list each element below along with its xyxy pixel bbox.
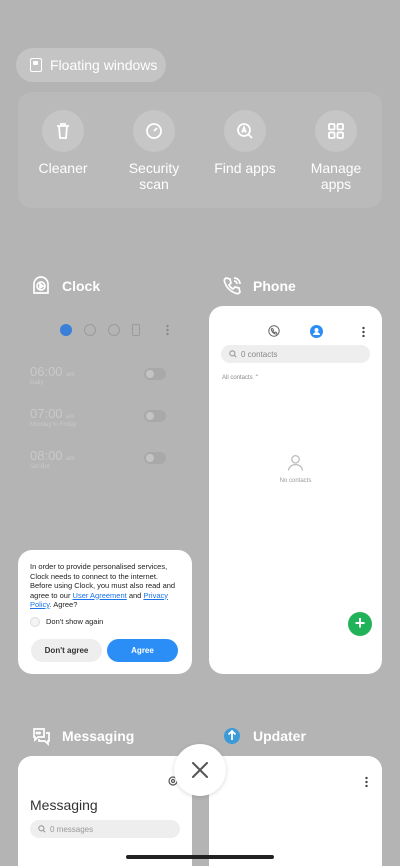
- alarm-repeat: Daily: [30, 380, 44, 386]
- contacts-search-input[interactable]: 0 contacts: [221, 345, 370, 363]
- alarm-time: 08:00: [30, 448, 63, 463]
- more-menu-icon[interactable]: [365, 776, 368, 787]
- clock-app-name: Clock: [62, 278, 101, 294]
- phone-app-card[interactable]: 0 contacts All contacts ⌃ No contacts +: [209, 306, 382, 674]
- tool-find-apps-label: Find apps: [214, 160, 276, 176]
- tool-find-apps[interactable]: Find apps: [200, 110, 290, 176]
- search-icon: [38, 825, 46, 833]
- world-clock-icon[interactable]: [84, 324, 96, 336]
- tool-security-label: Security scan: [128, 160, 180, 192]
- dont-show-again-checkbox[interactable]: Don't show again: [30, 616, 180, 627]
- user-agreement-link[interactable]: User Agreement: [73, 591, 127, 600]
- floating-windows-button[interactable]: Floating windows: [16, 48, 166, 82]
- consent-dialog: In order to provide personalised service…: [18, 550, 192, 674]
- alarm-ampm: am: [66, 456, 75, 462]
- tool-manage-apps-label: Manage apps: [310, 160, 362, 192]
- alarm-ampm: am: [66, 372, 75, 378]
- tool-cleaner-label: Cleaner: [38, 160, 88, 176]
- messaging-app-name: Messaging: [62, 728, 135, 744]
- agree-button[interactable]: Agree: [107, 639, 178, 662]
- contacts-tab-icon[interactable]: [310, 325, 323, 338]
- updater-app-card[interactable]: [209, 756, 382, 866]
- phone-app-header[interactable]: Phone: [221, 275, 296, 297]
- messaging-app-card[interactable]: Messaging 0 messages: [18, 756, 192, 866]
- updater-app-header[interactable]: Updater: [221, 725, 306, 747]
- clear-all-button[interactable]: [174, 744, 226, 796]
- alarm-toggle[interactable]: [144, 368, 166, 380]
- recents-tab-icon[interactable]: [268, 325, 280, 337]
- chevron-updown-icon: ⌃: [254, 375, 260, 381]
- add-contact-button[interactable]: +: [348, 612, 372, 636]
- messaging-title: Messaging: [30, 797, 98, 813]
- search-placeholder: 0 contacts: [241, 349, 278, 359]
- phone-app-icon: [223, 277, 241, 295]
- alarm-row[interactable]: 06:00 am Daily: [30, 364, 180, 386]
- messages-search-input[interactable]: 0 messages: [30, 820, 180, 838]
- checkbox-label: Don't show again: [46, 616, 104, 626]
- timer-icon[interactable]: [132, 324, 140, 336]
- phone-app-name: Phone: [253, 278, 296, 294]
- empty-contacts-icon: [287, 454, 304, 471]
- search-icon: [229, 350, 237, 358]
- floating-windows-label: Floating windows: [50, 57, 158, 73]
- tool-cleaner[interactable]: Cleaner: [18, 110, 108, 176]
- alarm-row[interactable]: 08:00 am Set Bot: [30, 448, 180, 470]
- floating-window-icon: [30, 58, 42, 72]
- alarm-time: 07:00: [30, 406, 63, 421]
- messaging-app-header[interactable]: Messaging: [30, 725, 134, 747]
- alarm-ampm: am: [66, 414, 75, 420]
- stopwatch-icon[interactable]: [108, 324, 120, 336]
- find-apps-icon: [237, 123, 253, 139]
- alarm-toggle[interactable]: [144, 410, 166, 422]
- clock-app-icon: [33, 276, 49, 294]
- more-menu-icon[interactable]: [362, 326, 365, 337]
- alarm-toggle[interactable]: [144, 452, 166, 464]
- home-indicator[interactable]: [126, 855, 274, 859]
- trash-icon: [57, 123, 69, 139]
- more-menu-icon[interactable]: [166, 324, 169, 336]
- security-icon: [146, 123, 162, 139]
- messaging-app-icon: [33, 728, 50, 747]
- empty-state-text: No contacts: [279, 478, 312, 484]
- contacts-filter-dropdown[interactable]: All contacts ⌃: [222, 374, 259, 381]
- grid-icon: [328, 123, 344, 139]
- clock-app-header[interactable]: Clock: [30, 275, 100, 297]
- consent-text: In order to provide personalised service…: [30, 562, 176, 609]
- updater-app-icon: [224, 728, 240, 744]
- checkbox-icon[interactable]: [30, 616, 40, 627]
- alarm-icon[interactable]: [60, 324, 72, 336]
- tool-security-scan[interactable]: Security scan: [109, 110, 199, 192]
- alarm-time: 06:00: [30, 364, 63, 379]
- tool-manage-apps[interactable]: Manage apps: [291, 110, 381, 192]
- alarm-repeat: Monday to Friday: [30, 422, 77, 428]
- search-placeholder: 0 messages: [50, 824, 94, 834]
- dont-agree-button[interactable]: Don't agree: [31, 639, 102, 662]
- clock-tabs: [60, 324, 169, 336]
- alarm-repeat: Set Bot: [30, 464, 50, 470]
- close-icon: [192, 762, 208, 778]
- alarm-row[interactable]: 07:00 am Monday to Friday: [30, 406, 180, 428]
- updater-app-name: Updater: [253, 728, 306, 744]
